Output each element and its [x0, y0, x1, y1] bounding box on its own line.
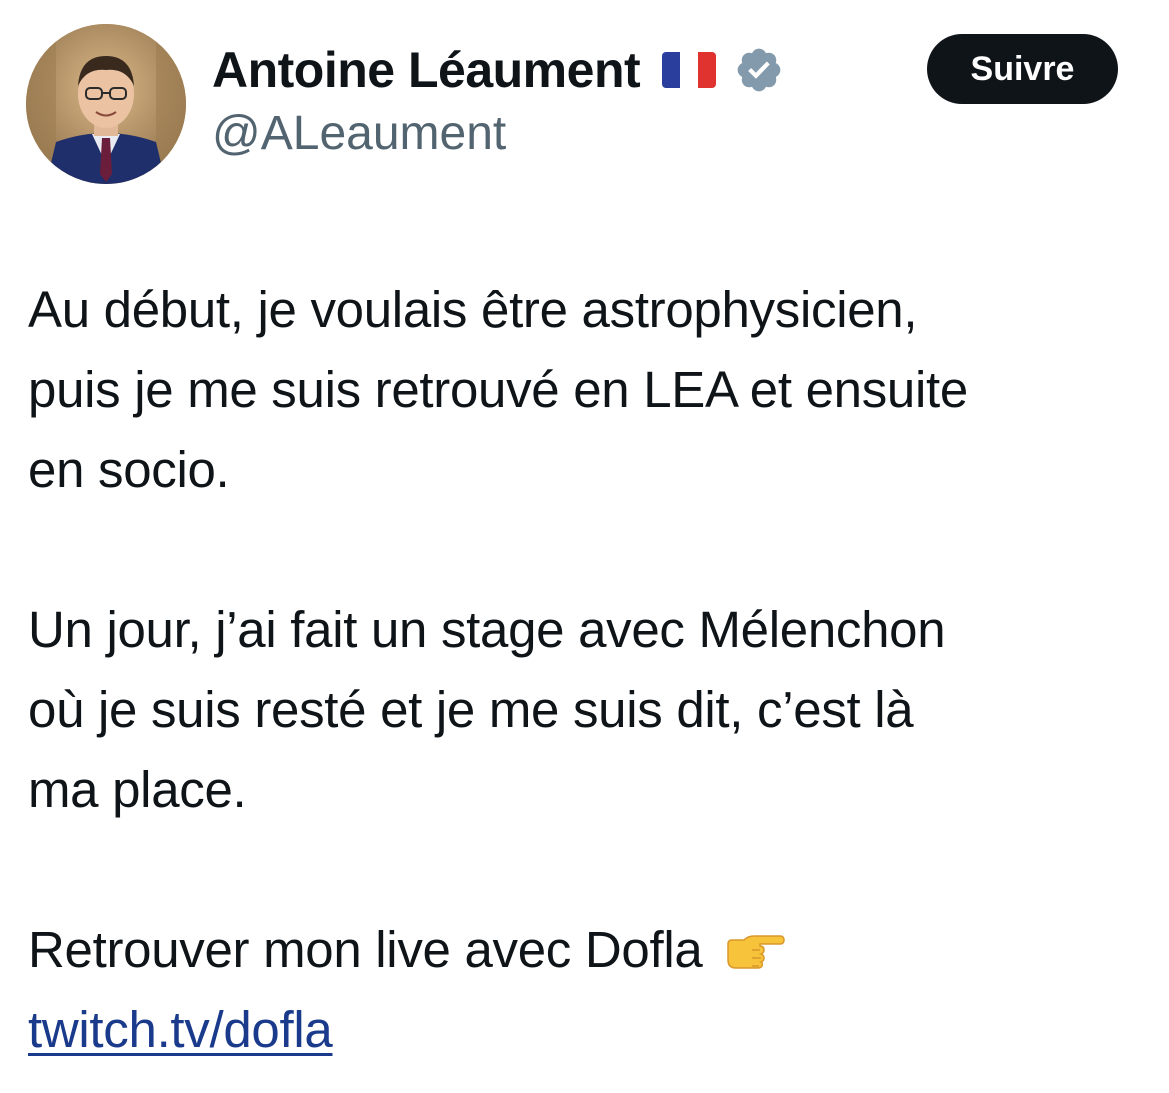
tweet-paragraph-2: Un jour, j’ai fait un stage avec Mélench…: [28, 590, 1148, 830]
tweet-line-text: Retrouver mon live avec Dofla: [28, 921, 703, 978]
display-name[interactable]: Antoine Léaument: [212, 41, 641, 99]
name-row: Antoine Léaument: [212, 40, 784, 100]
tweet-text: Au début, je voulais être astrophysicien…: [28, 270, 1148, 1070]
twitch-link[interactable]: twitch.tv/dofla: [28, 1001, 333, 1058]
follow-button[interactable]: Suivre: [927, 34, 1118, 104]
tweet-line: en socio.: [28, 441, 230, 498]
tweet-line: où je suis resté et je me suis dit, c’es…: [28, 681, 914, 738]
tweet-paragraph-1: Au début, je voulais être astrophysicien…: [28, 270, 1148, 510]
tweet-line: twitch.tv/dofla: [28, 990, 1148, 1070]
avatar[interactable]: [26, 24, 186, 184]
france-flag-icon: [662, 52, 717, 88]
user-handle[interactable]: @ALeaument: [212, 106, 506, 161]
tweet-header: Antoine Léaument @ALeaument Suivre: [0, 0, 1169, 200]
tweet-line: Un jour, j’ai fait un stage avec Mélench…: [28, 601, 946, 658]
pointing-right-hand-icon: [727, 934, 786, 969]
tweet-line: Retrouver mon live avec Dofla: [28, 910, 1148, 990]
tweet-line: ma place.: [28, 761, 247, 818]
tweet-paragraph-3: Retrouver mon live avec Dofla twitch.tv/…: [28, 910, 1148, 1070]
tweet-line: puis je me suis retrouvé en LEA et ensui…: [28, 361, 968, 418]
avatar-photo: [26, 24, 186, 184]
verified-badge-icon[interactable]: [734, 45, 784, 95]
tweet-line: Au début, je voulais être astrophysicien…: [28, 281, 918, 338]
